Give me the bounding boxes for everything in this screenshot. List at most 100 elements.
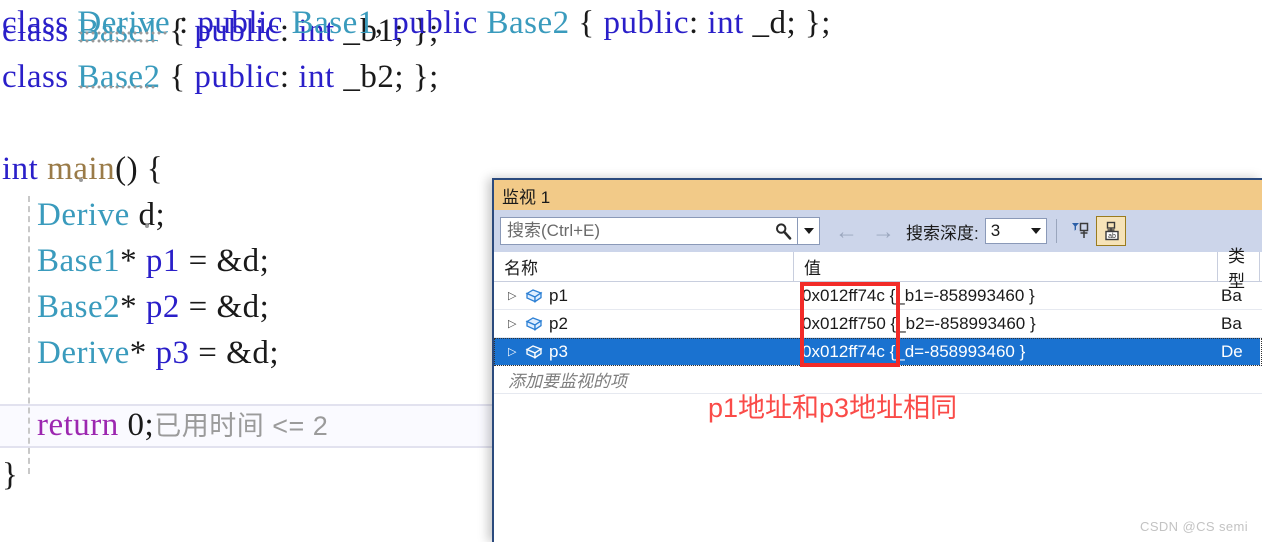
variable-box-icon <box>524 288 544 304</box>
code-token: Base1 <box>291 5 375 41</box>
code-token: public <box>194 59 280 95</box>
watch-row-type-cell: Ba <box>1221 313 1242 333</box>
search-box[interactable] <box>500 217 798 245</box>
code-token: : <box>688 5 708 41</box>
watch-row-type-cell: Ba <box>1221 285 1242 305</box>
code-token: * <box>120 289 146 325</box>
code-token: int <box>298 59 335 95</box>
elapsed-time-hint: 已用时间 <= 2 <box>154 411 329 441</box>
code-token: () { <box>115 151 164 187</box>
code-token: public <box>392 5 478 41</box>
code-token: = &d; <box>179 243 270 279</box>
expand-arrow-icon[interactable]: ▷ <box>508 345 524 358</box>
code-token: { <box>160 59 195 95</box>
chevron-down-icon <box>1030 228 1041 234</box>
code-token: public <box>603 5 689 41</box>
column-header-value[interactable]: 值 <box>794 252 1218 281</box>
search-depth-label: 搜索深度: <box>906 223 979 243</box>
code-token: _d; }; <box>743 5 831 41</box>
code-token: ; <box>155 197 166 233</box>
pin-ab-icon[interactable]: ab <box>1095 216 1126 246</box>
code-token: * <box>129 335 156 371</box>
code-line-3[interactable]: class Derive : public Base1, public Base… <box>0 0 1262 46</box>
expand-arrow-icon[interactable]: ▷ <box>508 317 524 330</box>
code-token: Derive <box>37 335 130 371</box>
search-depth-value: 3 <box>990 221 1001 240</box>
code-token: int <box>707 5 744 41</box>
code-token: , <box>374 5 393 41</box>
watch-row-name-cell[interactable]: ▷ p2 <box>494 310 794 337</box>
code-token: Base2 <box>486 5 570 41</box>
code-token: * <box>120 243 146 279</box>
watch-table[interactable]: 名称 值 类型 ▷ p1 0x012ff74c {_b1=-858993460 } B… <box>494 247 1262 394</box>
chevron-down-icon <box>803 228 814 234</box>
column-header-type[interactable]: 类型 <box>1218 247 1260 291</box>
watch-row-name: p3 <box>549 341 568 361</box>
watch-row[interactable]: ▷ p3 0x012ff74c {_d=-858993460 } De <box>494 338 1262 366</box>
watch-table-body[interactable]: ▷ p1 0x012ff74c {_b1=-858993460 } Ba ▷ p2 0x01… <box>494 282 1262 366</box>
code-token: = &d; <box>179 289 270 325</box>
code-token: : <box>279 59 299 95</box>
variable-box-icon <box>524 316 544 332</box>
code-token: int <box>2 151 48 187</box>
code-token: Derive <box>77 5 171 41</box>
code-token: Base2 <box>77 59 161 95</box>
forward-arrow-button[interactable]: → <box>865 219 902 243</box>
watermark: CSDN @CS semi <box>1140 519 1248 534</box>
column-header-name[interactable]: 名称 <box>494 252 794 281</box>
code-token: Base1 <box>37 243 121 279</box>
search-input[interactable] <box>501 217 769 245</box>
code-token: return <box>37 407 119 443</box>
watch-table-header: 名称 值 类型 <box>494 247 1262 291</box>
watch-window-title: 监视 1 <box>502 187 551 207</box>
back-arrow-button[interactable]: ← <box>828 219 865 243</box>
search-icon[interactable] <box>769 218 797 244</box>
watch-window-titlebar[interactable]: 监视 1 <box>494 180 1262 210</box>
watch-row-name: p2 <box>549 313 568 333</box>
watch-toolbar[interactable]: ← → 搜索深度: 3 ab <box>494 210 1262 252</box>
code-token: public <box>197 5 283 41</box>
code-token: { <box>569 5 604 41</box>
code-token: class <box>2 59 78 95</box>
code-token: = &d; <box>189 335 279 371</box>
watch-row-value-cell[interactable]: 0x012ff750 {_b2=-858993460 } <box>794 310 1218 337</box>
watch-row-name-cell[interactable]: ▷ p1 <box>494 282 794 309</box>
expand-arrow-icon[interactable]: ▷ <box>508 289 524 302</box>
search-options-dropdown[interactable] <box>798 217 820 245</box>
watch-row-name-cell[interactable]: ▷ p3 <box>494 338 794 365</box>
code-token: Base2 <box>37 289 121 325</box>
code-token: : <box>170 5 198 41</box>
watch-row-name: p1 <box>549 285 568 305</box>
code-token: main <box>47 151 116 187</box>
watch-window-panel[interactable]: 监视 1 ← → 搜索深度: 3 <box>492 178 1262 542</box>
annotation-text: p1地址和p3地址相同 <box>708 393 958 423</box>
code-line-2[interactable]: class Base2 { public: int _b2; }; <box>0 54 1262 100</box>
watch-row[interactable]: ▷ p1 0x012ff74c {_b1=-858993460 } Ba <box>494 282 1262 310</box>
search-depth-select[interactable]: 3 <box>984 218 1047 244</box>
code-token: } <box>2 457 19 493</box>
pin-filter-icon[interactable] <box>1066 216 1096 246</box>
code-token: Derive <box>37 197 130 233</box>
code-token: class <box>2 5 78 41</box>
code-token: p3 <box>155 335 190 371</box>
toolbar-separator <box>1055 219 1057 243</box>
code-token: d <box>138 197 156 233</box>
code-token: _b2; }; <box>334 59 439 95</box>
watch-row[interactable]: ▷ p2 0x012ff750 {_b2=-858993460 } Ba <box>494 310 1262 338</box>
watch-row-type-cell: De <box>1218 338 1260 365</box>
watch-row-value-cell[interactable]: 0x012ff74c {_d=-858993460 } <box>794 338 1218 365</box>
code-token: p2 <box>145 289 180 325</box>
code-token: 0; <box>118 407 155 443</box>
watch-row-value-cell[interactable]: 0x012ff74c {_b1=-858993460 } <box>794 282 1218 309</box>
variable-box-icon <box>524 344 544 360</box>
svg-text:ab: ab <box>1108 233 1116 240</box>
code-token: p1 <box>145 243 180 279</box>
